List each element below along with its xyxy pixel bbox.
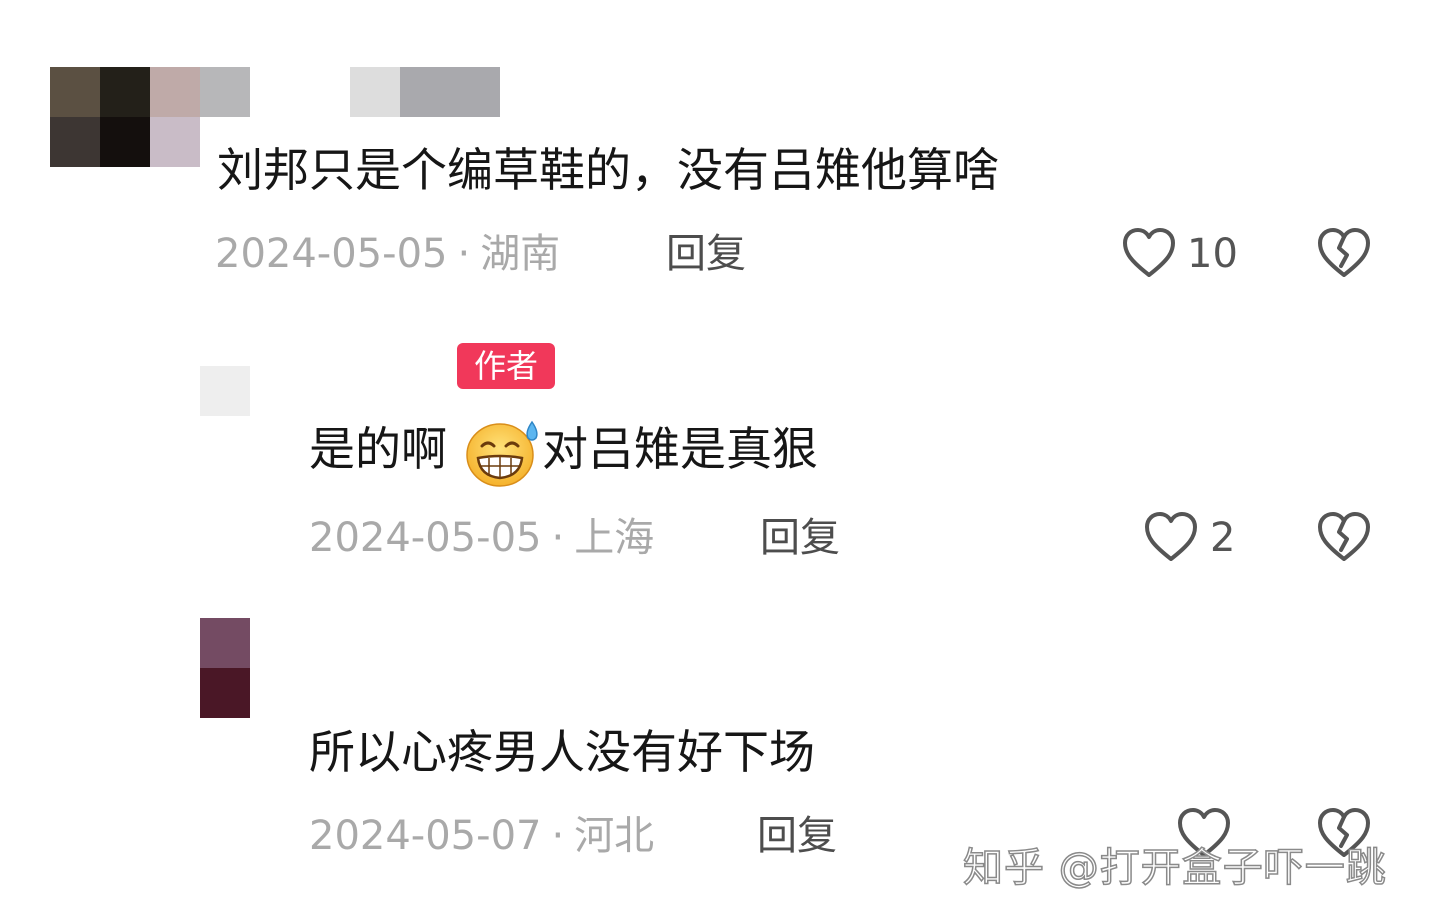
avatar-pixel [200,67,250,117]
avatar-pixel [50,117,100,167]
like-count: 2 [1210,515,1236,561]
like-count: 10 [1187,231,1238,277]
dislike-button[interactable] [1316,510,1372,564]
dislike-button[interactable] [1316,226,1372,280]
comment-text: 所以心疼男人没有好下场 [309,725,815,779]
avatar-pixel [150,67,200,117]
grinning-sweat-emoji [462,418,542,488]
comment-text-end: 对吕雉是真狠 [542,422,818,476]
comment-text: 刘邦只是个编草鞋的，没有吕雉他算啥 [217,143,999,197]
heart-outline-icon [1123,228,1175,277]
reply-button[interactable]: 回复 [757,816,837,856]
comment-meta: 2024-05-05 · 上海 [309,518,654,558]
broken-heart-icon [1318,228,1370,277]
comment-location: 上海 [574,515,655,561]
comment-date: 2024-05-05 [215,231,448,277]
broken-heart-icon [1318,512,1370,561]
like-button[interactable] [1143,510,1199,564]
avatar-pixel [150,117,200,167]
comment-meta: 2024-05-05 · 湖南 [215,234,560,274]
meta-separator: · [457,231,471,277]
comment-text-start: 是的啊 [309,422,447,476]
like-button[interactable] [1121,226,1177,280]
author-badge: 作者 [457,343,555,389]
comment-location: 河北 [574,813,655,859]
avatar-pixel [50,67,100,117]
username-pixel [400,67,500,117]
avatar-pixel [200,668,250,718]
reply-button[interactable]: 回复 [666,234,746,274]
heart-outline-icon [1145,512,1197,561]
watermark: 知乎 @打开盒子吓一跳 [962,844,1387,892]
meta-separator: · [551,515,565,561]
comment-date: 2024-05-05 [309,515,542,561]
avatar-pixel [100,117,150,167]
comment-meta: 2024-05-07 · 河北 [309,816,654,856]
comment-date: 2024-05-07 [309,813,542,859]
username-pixel [350,67,400,117]
avatar-pixel [100,67,150,117]
avatar[interactable] [200,366,250,416]
meta-separator: · [551,813,565,859]
comment-location: 湖南 [480,231,561,277]
reply-button[interactable]: 回复 [760,518,840,558]
avatar-pixel [200,618,250,668]
